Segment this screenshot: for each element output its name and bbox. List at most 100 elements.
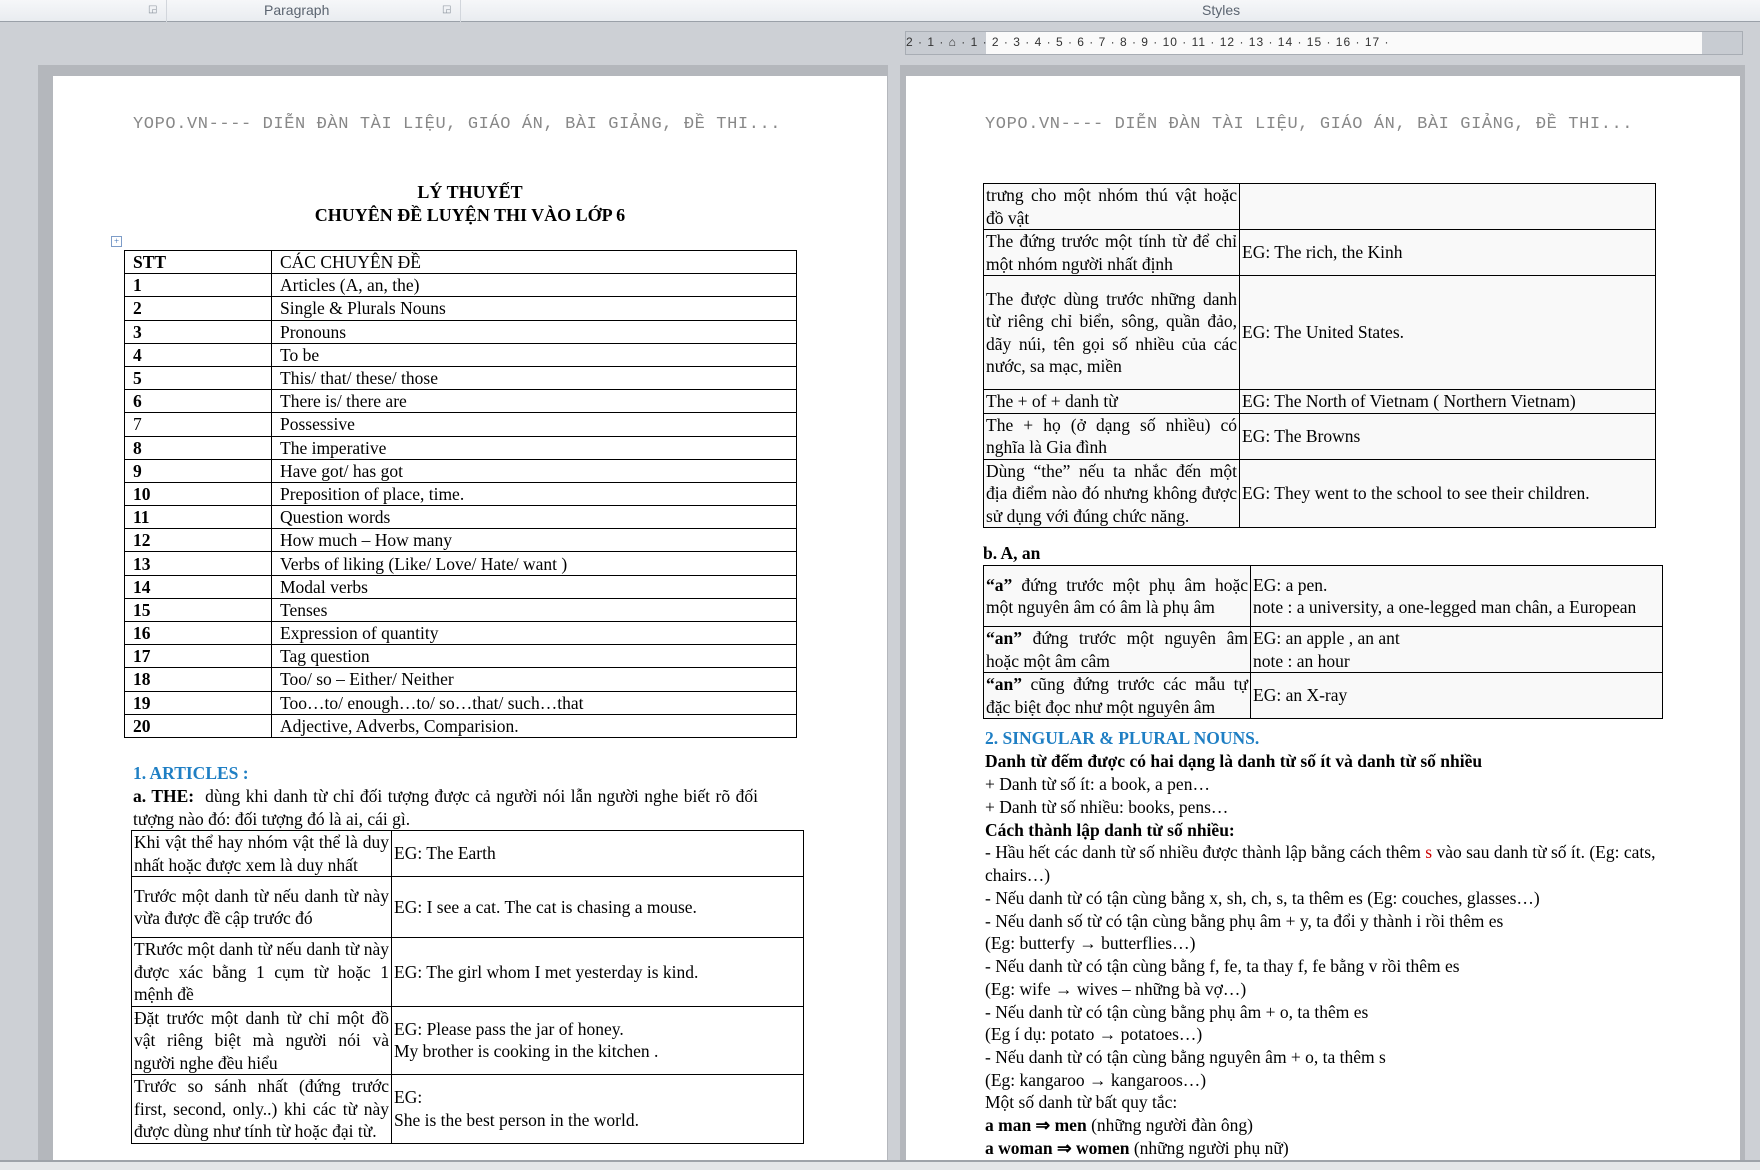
rule-cell: “an” cũng đứng trước các mẫu tự đặc biệt… (983, 672, 1251, 719)
table-row: The + of + danh từ EG: The North of Vietn… (983, 389, 1656, 414)
topic-cell: Adjective, Adverbs, Comparision. (271, 713, 797, 738)
table-row: Dùng “the” nếu ta nhắc đến một địa điểm … (983, 458, 1656, 528)
usage-cell: Trước một danh từ nếu danh từ này vừa đư… (131, 876, 392, 938)
document-page-left[interactable]: YOPO.VN---- DIỄN ĐÀN TÀI LIỆU, GIÁO ÁN, … (53, 76, 887, 1170)
table-row: 7 Possessive (124, 412, 797, 437)
irregular-meaning: (những người đàn ông) (1086, 1115, 1253, 1136)
topic-cell: Too…to/ enough…to/ so…that/ such…that (271, 690, 797, 715)
irregular-noun-line: a woman ⇒ women (những người phụ nữ) (985, 1137, 1540, 1160)
number-cell: 15 (124, 597, 272, 623)
table-row: The + họ (ở dạng số nhiều) có nghĩa là G… (983, 412, 1656, 460)
header-cell: CÁC CHUYÊN ĐỀ (271, 249, 797, 275)
the-text: dùng khi danh từ chỉ đối tượng được cả n… (133, 786, 759, 829)
irregular-meaning: (những người phụ nữ) (1129, 1137, 1289, 1158)
example-cell (1239, 183, 1656, 230)
example-cell: EG: The girl whom I met yesterday is kin… (391, 937, 804, 1007)
topic-cell: Tag question (271, 644, 797, 669)
number-cell: 4 (124, 342, 272, 367)
table-row: Đặt trước một danh từ chỉ một đồ vật riê… (131, 1005, 804, 1075)
number-cell: 20 (124, 713, 272, 738)
rule-line: - Nếu danh số từ có tận cùng bằng phụ âm… (985, 910, 1504, 931)
example-cell: EG: I see a cat. The cat is chasing a mo… (391, 876, 804, 938)
table-row: 12 How much – How many (124, 528, 797, 553)
number-cell: 7 (124, 412, 272, 437)
usage-cell: The + họ (ở dạng số nhiều) có nghĩa là G… (983, 412, 1240, 460)
rule-text: đứng trước một phụ âm hoặc một nguyên âm… (986, 574, 1248, 618)
usage-cell: Khi vật thể hay nhóm vật thể là duy nhất… (131, 830, 392, 877)
topic-cell: Preposition of place, time. (271, 481, 797, 507)
topic-cell: Verbs of liking (Like/ Love/ Hate/ want … (271, 551, 797, 576)
usage-cell: TRước một danh từ nếu danh từ này được x… (131, 937, 392, 1007)
number-cell: 8 (124, 435, 272, 460)
topic-cell: Pronouns (271, 319, 797, 344)
horizontal-ruler[interactable]: 2 · 1 · ⌂ · 1 · 2 · 3 · 4 · 5 · 6 · 7 · … (905, 31, 1743, 55)
rule-line: - Nếu danh từ có tận cùng bằng x, sh, ch… (985, 888, 1540, 908)
table-row: 6 There is/ there are (124, 389, 797, 414)
number-cell: 13 (124, 551, 272, 576)
table-row: 1 Articles (A, an, the) (124, 273, 797, 298)
singular-line: + Danh từ số ít: a book, a pen… (985, 774, 1210, 794)
number-cell: 3 (124, 319, 272, 344)
table-row: “a” đứng trước một phụ âm hoặc một nguyê… (983, 565, 1663, 627)
divider (460, 0, 461, 22)
table-row: 14 Modal verbs (124, 574, 797, 599)
example-cell: EG: an X-ray (1250, 672, 1663, 719)
ribbon: ◲ Paragraph ◲ Styles (0, 0, 1760, 22)
a-an-table: “a” đứng trước một phụ âm hoặc một nguyê… (983, 565, 1663, 719)
table-move-handle-icon[interactable]: + (111, 236, 122, 247)
plural-line: + Danh từ số nhiều: books, pens… (985, 797, 1229, 817)
topic-cell: Have got/ has got (271, 458, 797, 483)
header-cell: STT (124, 249, 272, 275)
ribbon-group-styles: Styles (1202, 2, 1241, 18)
usage-cell: Dùng “the” nếu ta nhắc đến một địa điểm … (983, 458, 1240, 528)
table-row: 20 Adjective, Adverbs, Comparision. (124, 713, 797, 738)
rule-line: (Eg: wife → wives – những bà vợ…) (985, 978, 1247, 999)
table-row: 2 Single & Plurals Nouns (124, 296, 797, 321)
rules-list: - Nếu danh từ có tận cùng bằng x, sh, ch… (985, 887, 1540, 1159)
rule-line: - Nếu danh từ có tận cùng bằng f, fe, ta… (985, 956, 1460, 977)
document-page-right[interactable]: YOPO.VN---- DIỄN ĐÀN TÀI LIỆU, GIÁO ÁN, … (906, 76, 1740, 1170)
table-row: Trước so sánh nhất (đứng trước first, se… (131, 1074, 804, 1144)
table-row: 4 To be (124, 342, 797, 367)
usage-cell: trưng cho một nhóm thú vật hoặc đồ vật (983, 183, 1240, 230)
table-row: 19 Too…to/ enough…to/ so…that/ such…that (124, 690, 797, 715)
table-row: Khi vật thể hay nhóm vật thể là duy nhất… (131, 830, 804, 877)
example-cell: EG: The United States. (1239, 275, 1656, 390)
number-cell: 17 (124, 644, 272, 669)
table-row: 3 Pronouns (124, 319, 797, 344)
dialog-launcher-icon[interactable]: ◲ (148, 4, 157, 15)
topic-cell: How much – How many (271, 528, 797, 553)
number-cell: 12 (124, 528, 272, 553)
usage-cell: Trước so sánh nhất (đứng trước first, se… (131, 1074, 392, 1144)
article-label: “a” (986, 574, 1013, 595)
rule-line: - Nếu danh từ có tận cùng bằng nguyên âm… (985, 1046, 1386, 1067)
nouns-intro: Danh từ đếm được có hai dạng là danh từ … (985, 751, 1483, 771)
example-cell: EG: They went to the school to see their… (1239, 458, 1656, 528)
example-cell: EG: The North of Vietnam ( Northern Viet… (1239, 389, 1656, 414)
topic-cell: Tenses (271, 597, 797, 623)
rule-text: - Hầu hết các danh từ số nhiều được thàn… (985, 842, 1426, 862)
section-heading-articles: 1. ARTICLES : (133, 763, 249, 783)
number-cell: 9 (124, 458, 272, 483)
table-row: 13 Verbs of liking (Like/ Love/ Hate/ wan… (124, 551, 797, 576)
usage-cell: The + of + danh từ (983, 389, 1240, 414)
doc-subtitle: CHUYÊN ĐỀ LUYỆN THI VÀO LỚP 6 (314, 205, 626, 225)
rule-text: cũng đứng trước các mẫu tự đặc biệt đọc … (986, 674, 1248, 717)
usage-cell: The được dùng trước những danh từ riêng … (983, 275, 1240, 390)
number-cell: 16 (124, 620, 272, 646)
irregular-noun-line: a man ⇒ men (những người đàn ông) (985, 1114, 1540, 1137)
rule-line: (Eg: kangaroo → kangaroos…) (985, 1069, 1207, 1090)
rule-line: Một số danh từ bất quy tắc: (985, 1092, 1178, 1113)
topic-cell: To be (271, 342, 797, 367)
paragraph-dialog-launcher-icon[interactable]: ◲ (442, 4, 451, 15)
table-row: 15 Tenses (124, 597, 797, 623)
rule-line: (Eg: butterfy → butterflies…) (985, 933, 1196, 954)
page-header: YOPO.VN---- DIỄN ĐÀN TÀI LIỆU, GIÁO ÁN, … (133, 115, 782, 134)
topic-cell: Too/ so – Either/ Neither (271, 667, 797, 692)
table-row: 16 Expression of quantity (124, 620, 797, 646)
table-row: The đứng trước một tính từ để chỉ một nh… (983, 229, 1656, 276)
number-cell: 11 (124, 505, 272, 530)
irregular-pair: a woman ⇒ women (985, 1137, 1130, 1158)
divider (166, 0, 167, 22)
table-row: 9 Have got/ has got (124, 458, 797, 483)
